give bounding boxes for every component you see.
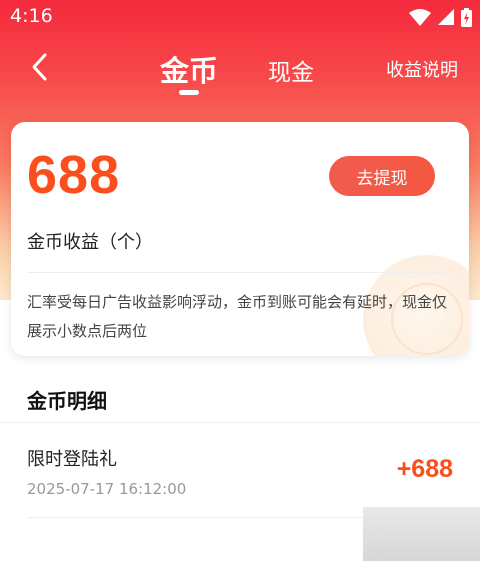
- income-explanation-link[interactable]: 收益说明: [386, 56, 458, 82]
- tab-cash[interactable]: 现金: [268, 53, 314, 87]
- back-button[interactable]: [24, 50, 58, 84]
- exchange-rate-notice: 汇率受每日广告收益影响浮动，金币到账可能会有延时，现金仅展示小数点后两位: [27, 293, 448, 340]
- record-title: 限时登陆礼: [27, 449, 117, 470]
- withdraw-button[interactable]: 去提现: [329, 156, 435, 196]
- top-header: 金币 现金 收益说明: [0, 40, 480, 100]
- gold-earnings-label: 金币收益（个）: [27, 232, 153, 253]
- list-item: 限时登陆礼 2025-07-17 16:12:00 +688: [0, 423, 480, 518]
- gold-details-title: 金币明细: [27, 389, 107, 413]
- active-tab-indicator: [179, 90, 199, 95]
- status-bar: 4:16: [0, 0, 480, 34]
- wifi-icon: [409, 8, 431, 26]
- tab-gold[interactable]: 金币: [160, 48, 218, 90]
- battery-icon: [461, 7, 472, 27]
- earnings-card: 688 去提现 金币收益（个） 汇率受每日广告收益影响浮动，金币到账可能会有延时…: [11, 122, 469, 356]
- gold-amount: 688: [27, 145, 121, 205]
- signal-icon: [438, 9, 454, 25]
- floating-overlay: [363, 507, 480, 561]
- status-icons: [409, 7, 472, 27]
- chevron-left-icon: [32, 53, 47, 81]
- record-amount: +688: [396, 455, 453, 483]
- card-divider: [27, 272, 453, 273]
- status-time: 4:16: [10, 5, 53, 27]
- record-time: 2025-07-17 16:12:00: [27, 480, 187, 498]
